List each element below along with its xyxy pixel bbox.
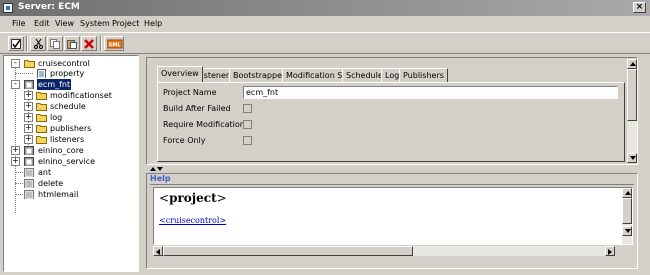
plugin-icon [24, 168, 34, 177]
tree-expand-toggle[interactable]: + [24, 102, 33, 111]
collapse-down-icon [157, 167, 163, 171]
collapse-up-icon [150, 167, 156, 171]
scroll-thumb[interactable] [163, 246, 413, 256]
paste-button[interactable] [64, 36, 80, 51]
document-icon [37, 69, 46, 78]
project-icon [24, 157, 34, 166]
project-tree: cruisecontrol - property - ecm_fnt + mod… [3, 55, 139, 272]
tree-expand-toggle[interactable]: + [24, 135, 33, 144]
overview-tab-body: Project Name ecm_fnt Build After Failed … [157, 82, 625, 162]
plugin-icon [24, 190, 34, 199]
tree-collapse-toggle[interactable]: - [11, 59, 20, 68]
xml-button[interactable]: XML [104, 36, 124, 51]
scroll-up-button[interactable] [627, 59, 637, 69]
folder-icon [36, 136, 47, 144]
project-name-input[interactable]: ecm_fnt [243, 86, 618, 99]
scroll-left-button[interactable] [153, 246, 163, 256]
tree-expand-toggle[interactable]: + [24, 113, 33, 122]
help-horizontal-scrollbar[interactable] [153, 246, 615, 256]
folder-icon [24, 60, 35, 68]
require-modification-label: Require Modification [163, 120, 245, 129]
require-modification-checkbox[interactable] [243, 120, 252, 129]
delete-button[interactable] [81, 36, 97, 51]
tree-line [15, 172, 23, 173]
folder-icon [36, 125, 47, 133]
tree-expand-toggle[interactable]: + [11, 146, 20, 155]
menu-file[interactable]: File [12, 19, 25, 28]
folder-icon [36, 103, 47, 111]
xml-icon: XML [107, 39, 123, 49]
app-icon [3, 3, 13, 13]
menu-bar: File Edit View System Project Help [0, 17, 650, 31]
arrow-down-icon [625, 229, 631, 233]
scroll-down-button[interactable] [622, 226, 632, 236]
copy-button[interactable] [47, 36, 63, 51]
tree-expand-toggle[interactable]: + [11, 157, 20, 166]
force-only-label: Force Only [163, 136, 206, 145]
build-after-failed-checkbox[interactable] [243, 104, 252, 113]
build-after-failed-label: Build After Failed [163, 104, 231, 113]
scissors-icon [34, 39, 43, 49]
toolbar: XML [0, 32, 650, 54]
toolbar-separator [100, 36, 102, 51]
scroll-down-button[interactable] [627, 153, 637, 163]
svg-text:XML: XML [108, 43, 121, 49]
plugin-icon [24, 179, 34, 188]
paste-icon [67, 40, 77, 49]
arrow-right-icon [608, 249, 612, 255]
folder-icon [36, 92, 47, 100]
scroll-right-button[interactable] [605, 246, 615, 256]
scroll-thumb[interactable] [627, 69, 637, 121]
scroll-up-button[interactable] [622, 188, 632, 198]
app-window: Server: ECM × File Edit View System Proj… [0, 0, 650, 275]
window-title: Server: ECM [18, 2, 80, 12]
tab-publishers[interactable]: Publishers [399, 68, 448, 82]
save-button[interactable] [8, 36, 24, 51]
help-link-cruisecontrol[interactable]: <cruisecontrol> [159, 216, 226, 225]
menu-edit[interactable]: Edit [34, 19, 50, 28]
tree-line [15, 73, 33, 74]
tree-line [15, 183, 23, 184]
help-vertical-scrollbar[interactable] [622, 188, 632, 244]
copy-icon [50, 39, 60, 49]
arrow-up-icon [630, 62, 636, 66]
help-frame: Help <project> <cruisecontrol> [146, 173, 638, 269]
help-content: <project> <cruisecontrol> [153, 187, 633, 245]
properties-scrollbar[interactable] [627, 59, 637, 163]
menu-system[interactable]: System [80, 19, 110, 28]
tree-expand-toggle[interactable]: + [24, 91, 33, 100]
menu-view[interactable]: View [55, 19, 74, 28]
arrow-left-icon [156, 249, 160, 255]
arrow-down-icon [630, 156, 636, 160]
tree-line [15, 194, 23, 195]
project-icon [24, 146, 34, 155]
tab-overview[interactable]: Overview [157, 66, 203, 82]
project-icon [24, 80, 34, 89]
help-title: Help [150, 174, 171, 183]
tree-expand-toggle[interactable]: + [24, 124, 33, 133]
menu-help[interactable]: Help [144, 19, 162, 28]
save-check-icon [11, 39, 21, 49]
red-x-icon [84, 39, 94, 49]
folder-icon [36, 114, 47, 122]
tree-collapse-toggle[interactable]: - [11, 80, 20, 89]
scroll-thumb[interactable] [622, 198, 632, 224]
properties-panel: Overview Listeners Bootstrappers Modific… [144, 55, 647, 272]
help-divider [150, 184, 634, 185]
close-button[interactable]: × [633, 2, 646, 13]
arrow-up-icon [625, 191, 631, 195]
project-name-label: Project Name [163, 88, 217, 97]
cut-button[interactable] [30, 36, 46, 51]
force-only-checkbox[interactable] [243, 136, 252, 145]
properties-frame: Overview Listeners Bootstrappers Modific… [146, 57, 638, 165]
toolbar-separator [26, 36, 28, 51]
close-icon: × [635, 2, 644, 12]
menu-project[interactable]: Project [112, 19, 139, 28]
title-bar[interactable]: Server: ECM × [0, 0, 650, 16]
help-tag-heading: <project> [159, 191, 227, 205]
